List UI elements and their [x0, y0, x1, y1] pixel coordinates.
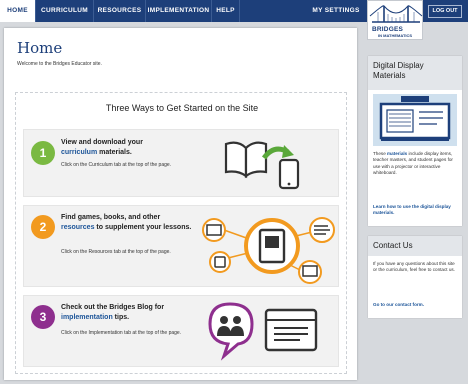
step-heading-text: Find games, books, and other: [61, 214, 161, 221]
contact-title: Contact Us: [368, 236, 462, 256]
resources-hub-icon: [202, 217, 335, 284]
step-number-badge: 1: [31, 141, 55, 165]
contact-description: If you have any questions about this sit…: [373, 261, 455, 273]
implementation-link[interactable]: implementation: [61, 314, 113, 321]
learn-digital-display-link[interactable]: Learn how to use the digital display mat…: [373, 204, 459, 217]
step-card-implementation: 3 Check out the Bridges Blog for impleme…: [23, 295, 339, 367]
step-card-curriculum: 1 View and download your curriculum mate…: [23, 129, 339, 197]
getting-started-panel: Three Ways to Get Started on the Site 1 …: [15, 92, 347, 374]
whiteboard-illustration: [373, 94, 457, 146]
bridges-logo[interactable]: BRIDGES IN MATHEMATICS: [367, 0, 423, 40]
brand-tagline: IN MATHEMATICS: [378, 33, 413, 38]
main-content: Home Welcome to the Bridges Educator sit…: [4, 28, 357, 380]
getting-started-title: Three Ways to Get Started on the Site: [105, 103, 259, 113]
step-instruction: Click on the Curriculum tab at the top o…: [61, 162, 172, 168]
step-heading: Check out the Bridges Blog for implement…: [61, 303, 164, 323]
nav-tab-curriculum[interactable]: CURRICULUM: [36, 0, 94, 22]
blog-discussion-icon: [208, 302, 318, 361]
step-heading-text: View and download your: [61, 139, 143, 146]
logout-button[interactable]: LOG OUT: [428, 5, 462, 18]
nav-tab-implementation[interactable]: IMPLEMENTATION: [146, 0, 212, 22]
step-number-badge: 3: [31, 305, 55, 329]
digital-display-title: Digital Display Materials: [368, 56, 462, 90]
description-text: These: [373, 151, 388, 156]
materials-link[interactable]: materials: [387, 151, 407, 156]
step-instruction: Click on the Implementation tab at the t…: [61, 330, 182, 336]
step-card-resources: 2 Find games, books, and other resources…: [23, 205, 339, 287]
nav-tab-resources[interactable]: RESOURCES: [94, 0, 146, 22]
step-number-badge: 2: [31, 215, 55, 239]
step-heading: Find games, books, and other resources t…: [61, 213, 191, 233]
step-heading: View and download your curriculum materi…: [61, 138, 143, 158]
step-heading-text: to supplement your lessons.: [94, 224, 192, 231]
step-heading-text: tips.: [112, 314, 130, 321]
nav-tab-help[interactable]: HELP: [212, 0, 240, 22]
step-heading-text: Check out the Bridges Blog for: [61, 304, 165, 311]
contact-form-link[interactable]: Go to our contact form.: [373, 302, 459, 308]
nav-tab-home[interactable]: HOME: [0, 0, 36, 22]
step-instruction: Click on the Resources tab at the top of…: [61, 249, 171, 255]
my-settings-link[interactable]: MY SETTINGS: [308, 0, 364, 22]
digital-display-description: These materials include display items, t…: [373, 151, 459, 176]
bridge-icon: [369, 5, 423, 23]
curriculum-link[interactable]: curriculum: [61, 149, 97, 156]
page-title: Home: [17, 39, 63, 57]
welcome-message: Welcome to the Bridges Educator site.: [17, 61, 102, 67]
step-heading-text: materials.: [97, 149, 132, 156]
whiteboard-icon: [379, 96, 451, 141]
brand-name: BRIDGES: [372, 26, 404, 33]
contact-card: Contact Us If you have any questions abo…: [368, 236, 462, 318]
resources-link[interactable]: resources: [61, 224, 94, 231]
book-to-tablet-icon: [224, 141, 300, 190]
digital-display-card: Digital Display Materials These material…: [368, 56, 462, 226]
